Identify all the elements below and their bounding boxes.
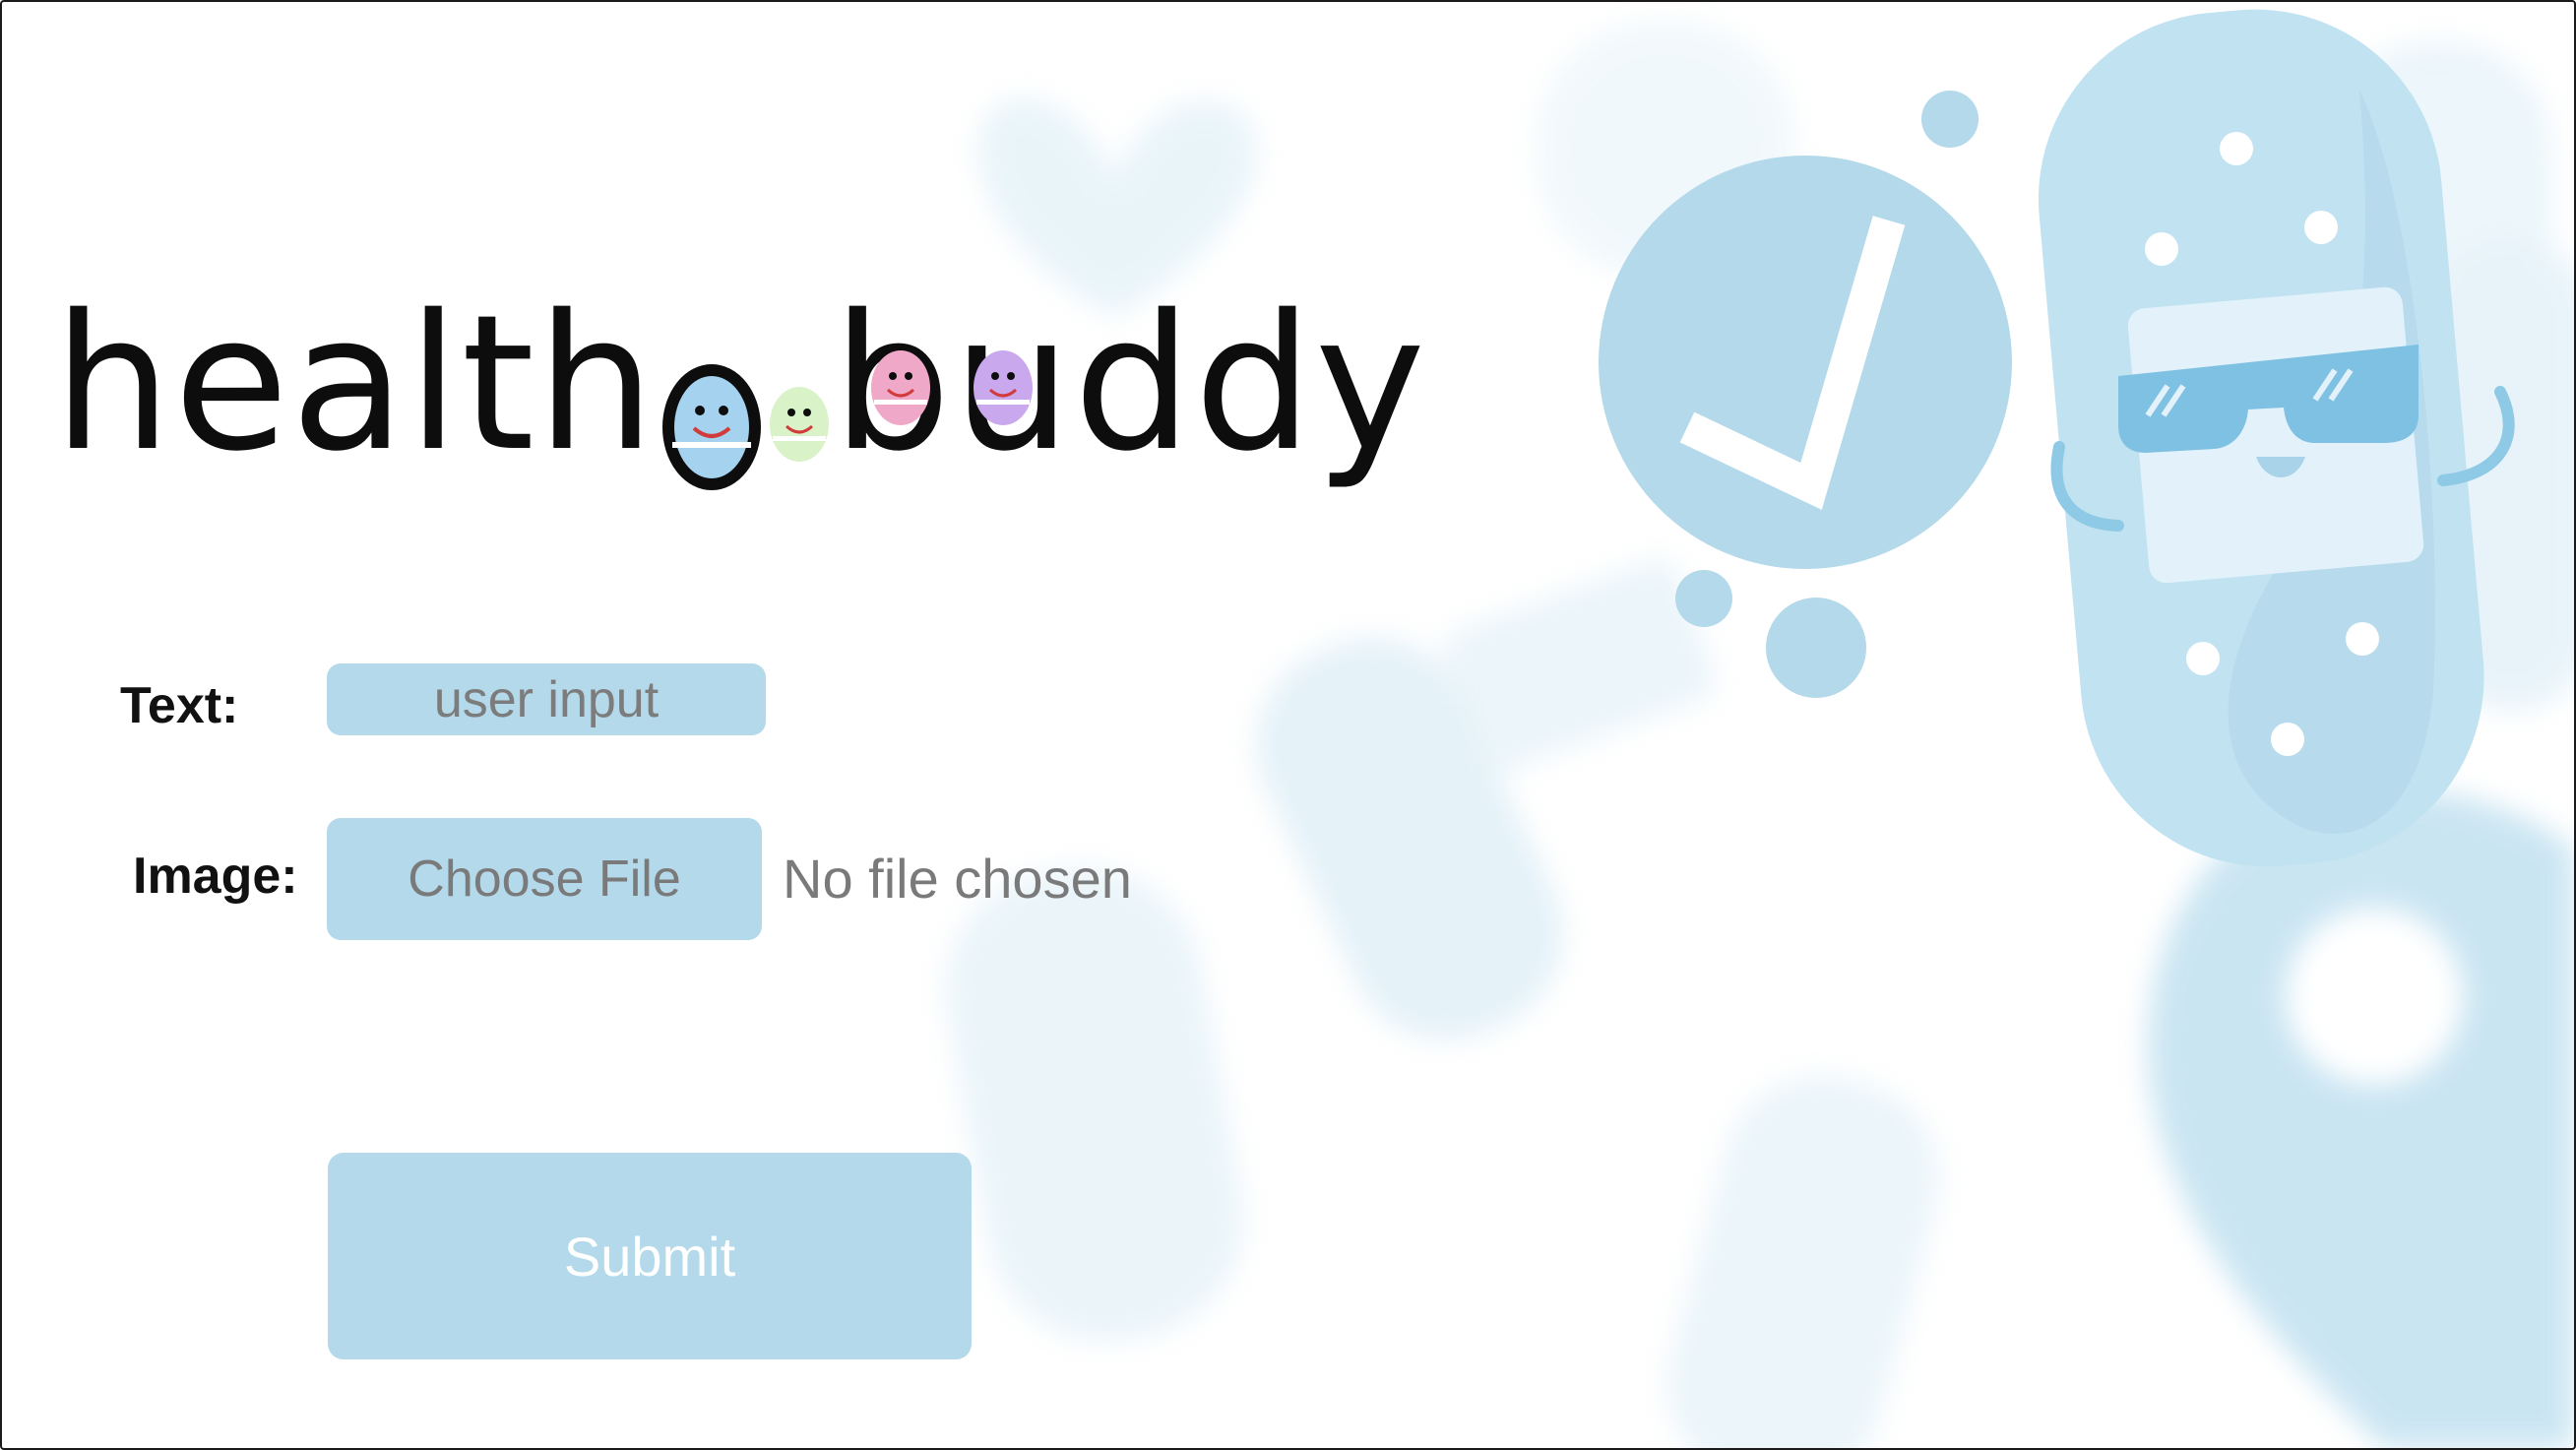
submit-button[interactable]: Submit [328,1153,972,1359]
logo-face-purple-icon [974,350,1033,425]
app-window: health buddy Text: user input Image: Cho… [0,0,2576,1450]
text-label: Text: [120,677,239,734]
logo-text-left: health [53,275,658,492]
image-label: Image: [133,848,298,905]
choose-file-button[interactable]: Choose File [327,818,762,940]
file-status-text: No file chosen [783,848,1132,910]
text-input[interactable] [327,663,766,735]
app-logo: health buddy [53,290,1427,490]
logo-face-pink-icon [871,350,930,425]
logo-face-green-icon [767,308,832,495]
map-pin-icon [2148,789,2574,1448]
logo-face-icon [662,334,762,490]
